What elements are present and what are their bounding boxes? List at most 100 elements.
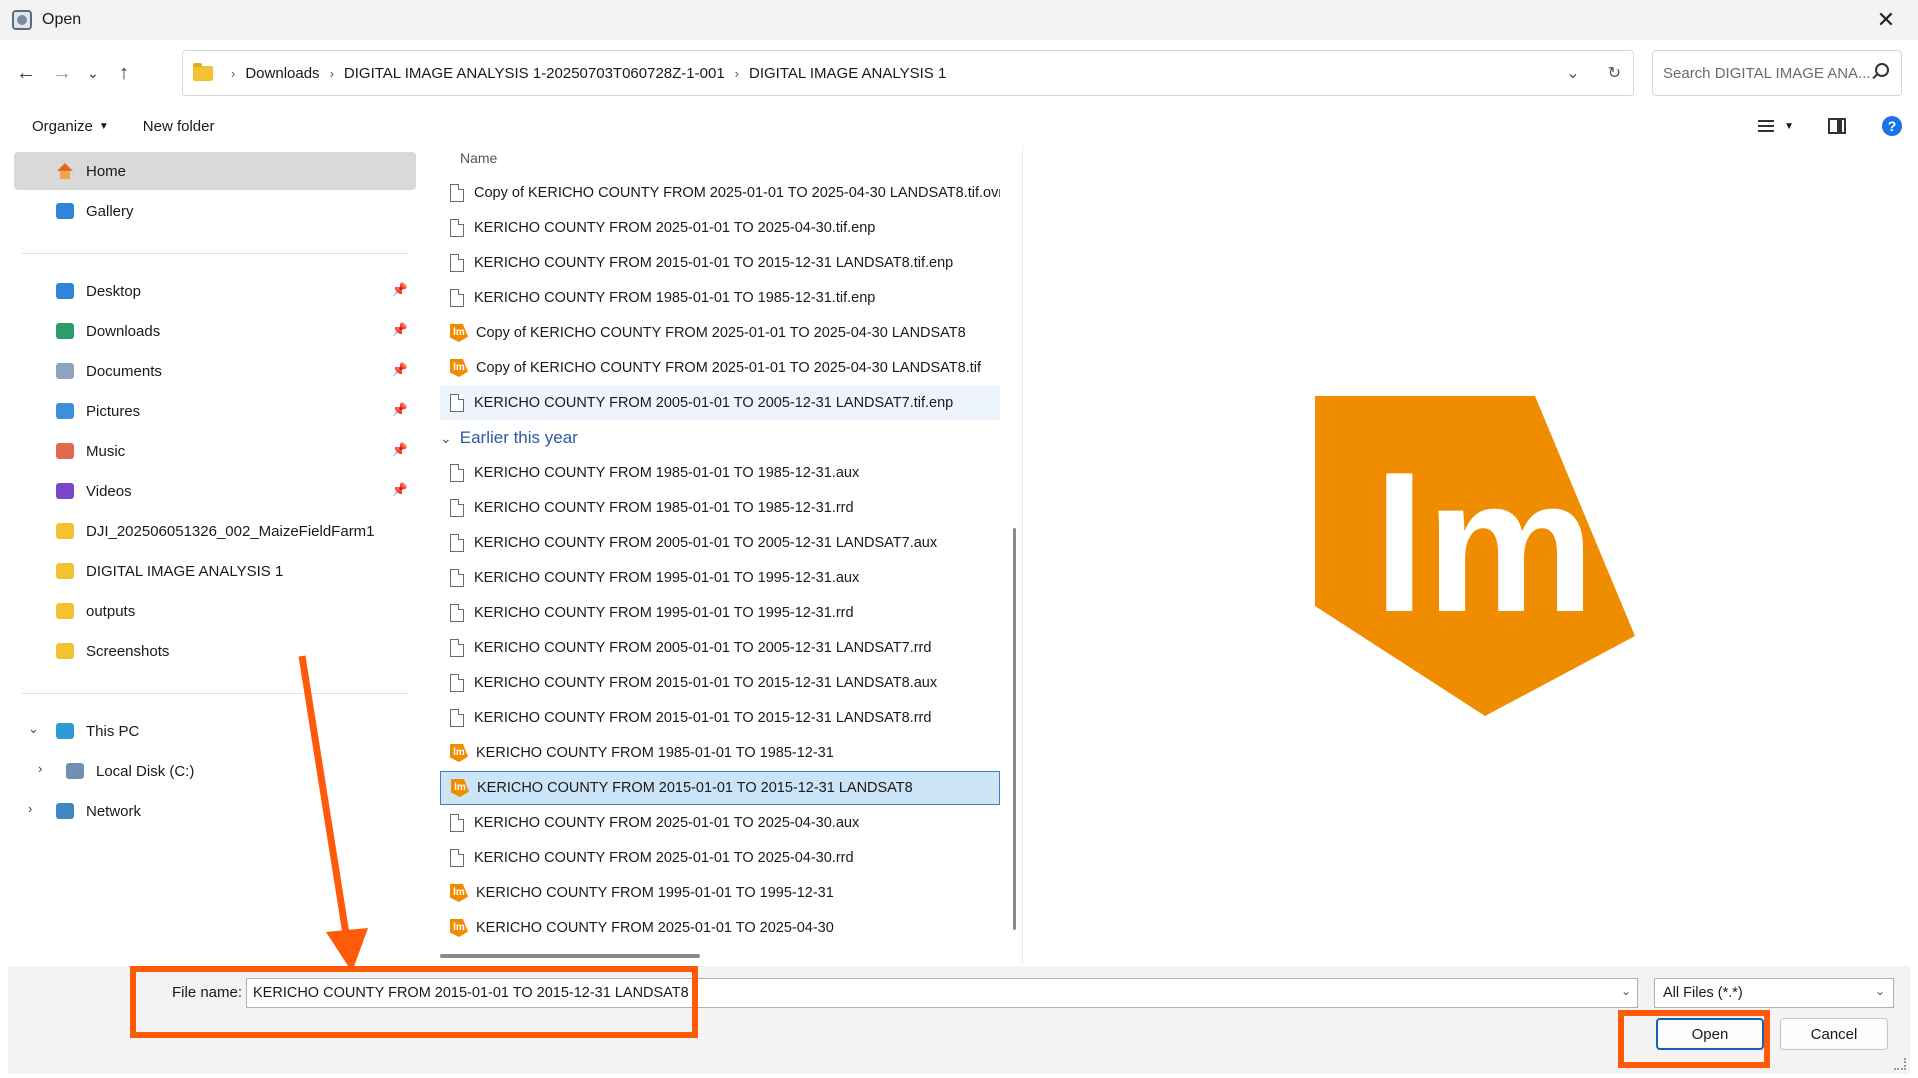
lm-image-file-icon: lm [450, 744, 468, 762]
organize-button[interactable]: Organize ▼ [32, 118, 109, 135]
column-header-name[interactable]: Name [460, 150, 497, 176]
preview-pane-icon[interactable] [1828, 118, 1846, 134]
recent-locations-button[interactable]: ⌄ [80, 55, 106, 91]
forward-button[interactable]: → [44, 55, 80, 91]
search-box[interactable]: Search DIGITAL IMAGE ANA... [1652, 50, 1902, 96]
vertical-scrollbar[interactable] [1012, 150, 1020, 950]
breadcrumb-downloads[interactable]: Downloads [245, 65, 319, 82]
file-name: KERICHO COUNTY FROM 1985-01-01 TO 1985-1… [474, 465, 860, 481]
breadcrumb-separator: › [734, 65, 740, 81]
refresh-icon[interactable]: ↻ [1608, 63, 1621, 83]
document-file-icon [450, 394, 464, 412]
file-row[interactable]: KERICHO COUNTY FROM 2015-01-01 TO 2015-1… [440, 246, 1000, 280]
file-row[interactable]: KERICHO COUNTY FROM 2005-01-01 TO 2005-1… [440, 526, 1000, 560]
file-row[interactable]: KERICHO COUNTY FROM 1985-01-01 TO 1985-1… [440, 491, 1000, 525]
view-caret-icon[interactable]: ▼ [1784, 121, 1794, 132]
file-row[interactable]: lm Copy of KERICHO COUNTY FROM 2025-01-01… [440, 351, 1000, 385]
sidebar-item-gallery[interactable]: Gallery [14, 192, 416, 230]
scroll-thumb[interactable] [1013, 528, 1016, 930]
sidebar-item-videos[interactable]: Videos 📌 [14, 472, 416, 510]
new-folder-button[interactable]: New folder [143, 118, 215, 135]
divider [22, 693, 408, 694]
help-icon[interactable]: ? [1882, 116, 1902, 136]
sidebar-item-label: Pictures [86, 402, 141, 420]
document-file-icon [450, 709, 464, 727]
file-row[interactable]: lm Copy of KERICHO COUNTY FROM 2025-01-01… [440, 316, 1000, 350]
breadcrumb-current-folder[interactable]: DIGITAL IMAGE ANALYSIS 1 [749, 65, 946, 82]
chevron-down-icon[interactable]: ⌄ [28, 721, 39, 737]
file-name: Copy of KERICHO COUNTY FROM 2025-01-01 T… [476, 360, 982, 376]
file-row[interactable]: KERICHO COUNTY FROM 2025-01-01 TO 2025-0… [440, 211, 1000, 245]
pin-icon[interactable]: 📌 [392, 442, 408, 458]
close-button[interactable]: ✕ [1872, 8, 1900, 32]
back-button[interactable]: ← [8, 55, 44, 91]
chevron-down-icon[interactable]: ⌄ [1621, 984, 1631, 998]
pin-icon[interactable]: 📌 [392, 402, 408, 418]
sidebar-item-outputs[interactable]: outputs [14, 592, 416, 630]
file-row[interactable]: KERICHO COUNTY FROM 2015-01-01 TO 2015-1… [440, 666, 1000, 700]
sidebar-item-pictures[interactable]: Pictures 📌 [14, 392, 416, 430]
pin-icon[interactable]: 📌 [392, 282, 408, 298]
file-row[interactable]: lm KERICHO COUNTY FROM 2015-01-01 TO 2015… [440, 771, 1000, 805]
sidebar-item-screenshots[interactable]: Screenshots [14, 632, 416, 670]
file-name: KERICHO COUNTY FROM 1985-01-01 TO 1985-1… [474, 500, 854, 516]
file-row[interactable]: lm KERICHO COUNTY FROM 1985-01-01 TO 1985… [440, 736, 1000, 770]
file-row[interactable]: KERICHO COUNTY FROM 2005-01-01 TO 2005-1… [440, 386, 1000, 420]
sidebar-item-dji-folder[interactable]: DJI_202506051326_002_MaizeFieldFarm1 [14, 512, 416, 550]
file-row[interactable]: KERICHO COUNTY FROM 2025-01-01 TO 2025-0… [440, 841, 1000, 875]
sidebar-item-digital-image-analysis[interactable]: DIGITAL IMAGE ANALYSIS 1 [14, 552, 416, 590]
pictures-icon [56, 403, 74, 419]
address-dropdown-icon[interactable]: ⌄ [1566, 63, 1579, 83]
file-row[interactable]: KERICHO COUNTY FROM 1985-01-01 TO 1985-1… [440, 456, 1000, 490]
file-row[interactable]: KERICHO COUNTY FROM 2015-01-01 TO 2015-1… [440, 701, 1000, 735]
sidebar-item-this-pc[interactable]: ⌄ This PC [14, 712, 416, 750]
file-row[interactable]: lm KERICHO COUNTY FROM 2025-01-01 TO 2025… [440, 911, 1000, 945]
file-row[interactable]: lm KERICHO COUNTY FROM 1995-01-01 TO 1995… [440, 876, 1000, 910]
cancel-button[interactable]: Cancel [1780, 1018, 1888, 1050]
navigation-bar: ← → ⌄ ↑ › Downloads › DIGITAL IMAGE ANAL… [8, 48, 1910, 98]
pin-icon[interactable]: 📌 [392, 482, 408, 498]
file-name: KERICHO COUNTY FROM 2015-01-01 TO 2015-1… [474, 710, 932, 726]
address-bar[interactable]: › Downloads › DIGITAL IMAGE ANALYSIS 1-2… [182, 50, 1634, 96]
organize-label: Organize [32, 117, 93, 135]
sidebar-item-label: DJI_202506051326_002_MaizeFieldFarm1 [86, 522, 375, 540]
view-options-icon[interactable] [1758, 120, 1775, 132]
window-title: Open [42, 11, 82, 28]
up-button[interactable]: ↑ [106, 55, 142, 91]
breadcrumb-archive-folder[interactable]: DIGITAL IMAGE ANALYSIS 1-20250703T060728… [344, 65, 725, 82]
file-row[interactable]: Copy of KERICHO COUNTY FROM 2025-01-01 T… [440, 176, 1000, 210]
search-icon[interactable] [1875, 63, 1889, 77]
group-header-earlier-this-year[interactable]: ⌄ Earlier this year [436, 421, 996, 455]
file-row[interactable]: KERICHO COUNTY FROM 1995-01-01 TO 1995-1… [440, 596, 1000, 630]
pin-icon[interactable]: 📌 [392, 362, 408, 378]
chevron-right-icon[interactable]: › [38, 761, 42, 776]
sidebar-item-documents[interactable]: Documents 📌 [14, 352, 416, 390]
file-row[interactable]: KERICHO COUNTY FROM 2005-01-01 TO 2005-1… [440, 631, 1000, 665]
sidebar-item-music[interactable]: Music 📌 [14, 432, 416, 470]
chevron-down-icon[interactable]: ⌄ [440, 430, 452, 447]
annotation-box-file-name [130, 966, 698, 1038]
sidebar-item-label: Music [86, 442, 126, 460]
resize-grip[interactable] [1894, 1058, 1906, 1070]
command-bar: Organize ▼ New folder ▼ ? [8, 106, 1910, 146]
sidebar-item-home[interactable]: Home [14, 152, 416, 190]
folder-icon [56, 563, 74, 579]
horizontal-scrollbar[interactable] [440, 954, 700, 958]
file-type-select[interactable]: All Files (*.*) ⌄ [1654, 978, 1894, 1008]
sidebar-item-downloads[interactable]: Downloads 📌 [14, 312, 416, 350]
search-input[interactable]: Search DIGITAL IMAGE ANA... [1663, 65, 1871, 82]
sidebar-item-desktop[interactable]: Desktop 📌 [14, 272, 416, 310]
sidebar-item-label: Gallery [86, 202, 134, 220]
chevron-right-icon[interactable]: › [28, 801, 32, 816]
file-name: KERICHO COUNTY FROM 2015-01-01 TO 2015-1… [477, 780, 913, 796]
sidebar-item-network[interactable]: › Network [14, 792, 416, 830]
pin-icon[interactable]: 📌 [392, 322, 408, 338]
file-row[interactable]: KERICHO COUNTY FROM 1985-01-01 TO 1985-1… [440, 281, 1000, 315]
file-row[interactable]: KERICHO COUNTY FROM 2025-01-01 TO 2025-0… [440, 806, 1000, 840]
app-icon [12, 10, 32, 30]
file-row[interactable]: KERICHO COUNTY FROM 1995-01-01 TO 1995-1… [440, 561, 1000, 595]
videos-icon [56, 483, 74, 499]
desktop-icon [56, 283, 74, 299]
sidebar-item-local-disk[interactable]: › Local Disk (C:) [14, 752, 416, 790]
chevron-down-icon[interactable]: ⌄ [1875, 984, 1885, 998]
